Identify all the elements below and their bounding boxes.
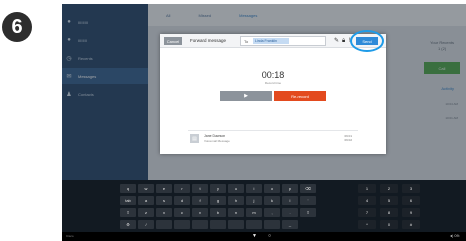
numpad-key[interactable]: 1 <box>358 184 376 193</box>
keyboard-key[interactable]: t <box>192 184 208 193</box>
play-button[interactable]: ▶ <box>220 91 272 101</box>
back-icon[interactable]: ▼ <box>252 233 257 239</box>
numpad-key[interactable]: 3 <box>402 184 420 193</box>
keyboard-key[interactable]: x <box>156 208 172 217</box>
message-sender: Jane Dawson <box>204 134 226 138</box>
keyboard-key[interactable]: l <box>282 196 298 205</box>
keyboard-key[interactable]: w <box>138 184 154 193</box>
keyboard-key[interactable]: n <box>228 208 244 217</box>
device-screen: ● IIIIIIIII ● IIIIIIII ◷ Recents ✉ Messa… <box>62 4 466 241</box>
cancel-button[interactable]: Cancel <box>164 37 182 45</box>
keyboard-key[interactable]: _ <box>282 220 298 229</box>
numpad-key[interactable]: 2 <box>380 184 398 193</box>
dialog-title: Forward message <box>190 38 227 43</box>
keyboard-key[interactable]: , <box>264 208 280 217</box>
keyboard-key[interactable] <box>192 220 208 229</box>
forward-message-dialog: Cancel Forward message To Linda Franklin… <box>160 30 386 154</box>
avatar: ▤ <box>190 134 199 143</box>
keyboard-key[interactable]: a <box>138 196 154 205</box>
wrench-icon[interactable]: ✎ <box>334 38 339 44</box>
keyboard-key[interactable]: b <box>210 208 226 217</box>
keyboard-key[interactable]: r <box>174 184 190 193</box>
keyboard-key[interactable] <box>174 220 190 229</box>
keyboard-key[interactable]: ⌫ <box>300 184 316 193</box>
keyboard-key[interactable] <box>246 220 262 229</box>
brand-label: Cisco <box>66 234 74 238</box>
system-bar: Cisco ▼ ○ ◂) 09: <box>62 232 466 241</box>
keyboard-key[interactable]: z <box>138 208 154 217</box>
keyboard-key[interactable]: g <box>210 196 226 205</box>
keyboard-key[interactable]: ⇧ <box>120 208 136 217</box>
rerecord-button[interactable]: Re-record <box>274 91 326 101</box>
numpad-key[interactable]: # <box>402 220 420 229</box>
numpad-key[interactable]: 7 <box>358 208 376 217</box>
dialog-header: Cancel Forward message To Linda Franklin… <box>160 30 386 52</box>
keyboard-key[interactable] <box>210 220 226 229</box>
keyboard-key[interactable]: k <box>264 196 280 205</box>
to-label: To <box>244 39 249 44</box>
keyboard-key[interactable]: tab <box>120 196 136 205</box>
keyboard-key[interactable]: j <box>246 196 262 205</box>
keyboard-key[interactable]: u <box>228 184 244 193</box>
keyboard-key[interactable] <box>228 220 244 229</box>
lock-icon[interactable]: 🔒︎ <box>342 38 345 44</box>
record-timer-label: Record time <box>264 81 282 85</box>
numpad-key[interactable]: 9 <box>402 208 420 217</box>
highlight-ring <box>350 30 384 52</box>
keyboard-key[interactable]: f <box>192 196 208 205</box>
keyboard-key[interactable]: e <box>156 184 172 193</box>
record-timer: 00:18 <box>261 70 285 80</box>
keyboard-key[interactable]: v <box>192 208 208 217</box>
keyboard-key[interactable]: . <box>282 208 298 217</box>
keyboard-key[interactable]: h <box>228 196 244 205</box>
keyboard-key[interactable]: ⇧ <box>300 208 316 217</box>
to-field[interactable]: To Linda Franklin <box>240 36 326 46</box>
numpad-key[interactable]: 6 <box>402 196 420 205</box>
keyboard-key[interactable]: d <box>174 196 190 205</box>
keyboard-key[interactable] <box>264 220 280 229</box>
keyboard-key[interactable]: c <box>174 208 190 217</box>
numpad-key[interactable]: 5 <box>380 196 398 205</box>
keyboard-key[interactable]: s <box>156 196 172 205</box>
keyboard-key[interactable]: q <box>120 184 136 193</box>
message-type: Voicemail Message <box>204 139 230 143</box>
keyboard-key[interactable] <box>156 220 172 229</box>
keyboard-key[interactable]: y <box>210 184 226 193</box>
numpad-key[interactable]: 0 <box>380 220 398 229</box>
keyboard-key[interactable]: i <box>246 184 262 193</box>
keyboard-key[interactable]: m <box>246 208 262 217</box>
message-date-value: 09:02 <box>344 138 352 142</box>
step-badge: 6 <box>2 12 32 42</box>
status-clock: ◂) 09: <box>449 233 460 238</box>
keyboard-key[interactable]: p <box>282 184 298 193</box>
numpad-key[interactable]: * <box>358 220 376 229</box>
keyboard-key[interactable]: o <box>264 184 280 193</box>
recipient-chip[interactable]: Linda Franklin <box>253 38 289 44</box>
numpad-key[interactable]: 4 <box>358 196 376 205</box>
keyboard-key[interactable]: / <box>138 220 154 229</box>
keyboard-key[interactable]: ⚙ <box>120 220 136 229</box>
home-icon[interactable]: ○ <box>268 233 271 239</box>
numpad-key[interactable]: 8 <box>380 208 398 217</box>
original-message-row: ▤ Jane Dawson Voicemail Message 09:01 09… <box>188 130 358 144</box>
message-time: 09:01 09:02 <box>344 134 352 142</box>
keyboard-key[interactable]: ' <box>300 196 316 205</box>
on-screen-keyboard: q w e r t y u i o p ⌫ tab a s d f g h j k l ' ⇧ z x c v b n m,. ⇧ ⚙ / _ 1 2… <box>62 180 466 232</box>
